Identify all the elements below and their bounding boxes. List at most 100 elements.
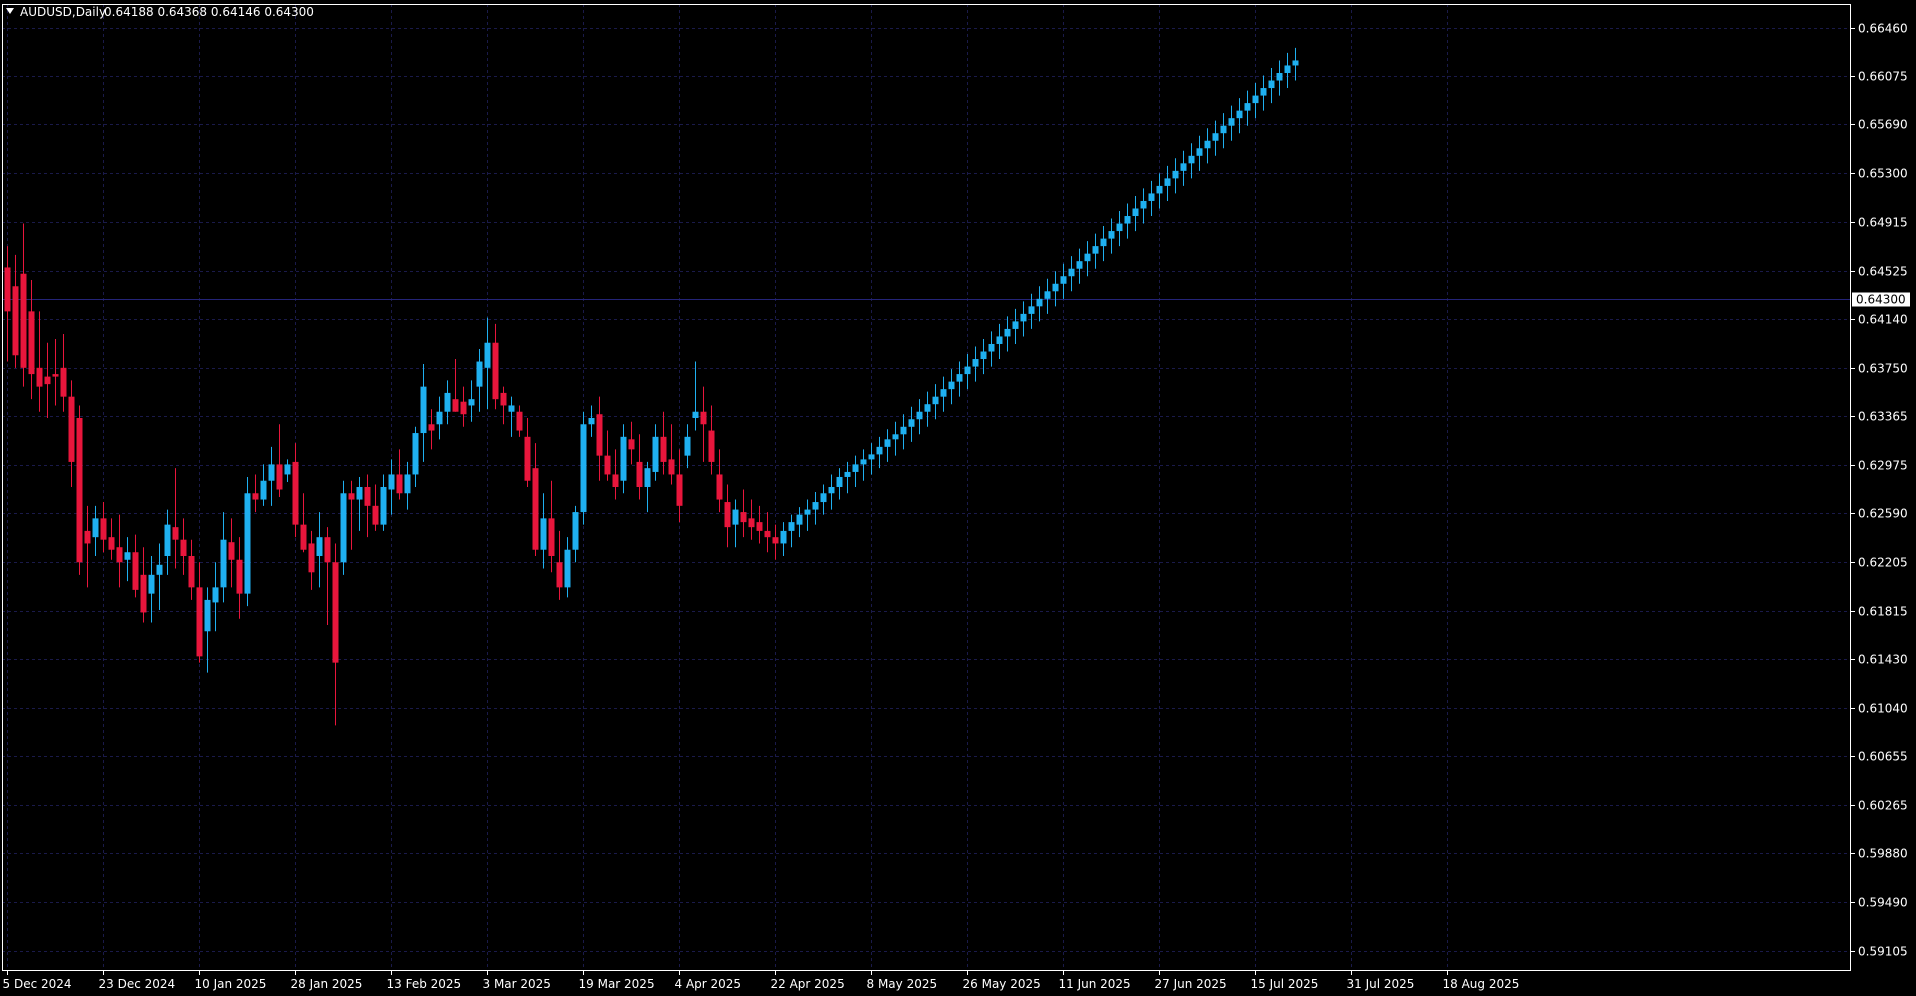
- candle-body: [1132, 208, 1139, 217]
- price-axis[interactable]: 0.66460 0.66075 0.65690 0.65300 0.64915 0.645…: [1850, 22, 1908, 959]
- candle-body: [428, 424, 435, 431]
- candle-body: [1052, 283, 1059, 292]
- candle-body: [1012, 321, 1019, 329]
- candle-body: [780, 530, 787, 544]
- candle-body: [356, 487, 363, 500]
- x-tick-label: 28 Jan 2025: [291, 977, 363, 991]
- candle-body: [1148, 193, 1155, 201]
- candle-body: [364, 487, 371, 506]
- candle-body: [196, 587, 203, 657]
- y-tick-label: 0.65690: [1858, 118, 1908, 132]
- candle-body: [812, 502, 819, 510]
- candle-body: [1164, 178, 1171, 186]
- candle-body: [1252, 95, 1259, 104]
- y-tick-label: 0.60265: [1858, 799, 1908, 813]
- current-price-label-text: 0.64300: [1856, 293, 1906, 307]
- candle-body: [796, 514, 803, 525]
- x-tick-label: 15 Jul 2025: [1251, 977, 1319, 991]
- candle-body: [1028, 306, 1035, 314]
- candle-body: [452, 399, 459, 412]
- price-chart[interactable]: 0.66460 0.66075 0.65690 0.65300 0.64915 0.645…: [0, 0, 1916, 996]
- candle-body: [12, 286, 19, 356]
- candle-body: [788, 522, 795, 531]
- candle-body: [1084, 253, 1091, 262]
- candle-body: [236, 559, 243, 594]
- candle-body: [316, 537, 323, 556]
- ohlc-values: 0.64188 0.64368 0.64146 0.64300: [104, 5, 314, 19]
- candle-body: [876, 446, 883, 455]
- time-axis[interactable]: 5 Dec 2024 23 Dec 2024 10 Jan 2025 28 Jan 2…: [3, 970, 1520, 991]
- y-tick-label: 0.63750: [1858, 362, 1908, 376]
- candle-body: [412, 433, 419, 475]
- candle-body: [308, 543, 315, 573]
- candle-body: [68, 396, 75, 462]
- candle-body: [300, 524, 307, 550]
- candle-body: [468, 399, 475, 406]
- candle-body: [500, 392, 507, 406]
- candle-body: [60, 367, 67, 397]
- candle-body: [620, 436, 627, 481]
- candle-body: [1092, 246, 1099, 254]
- candle-body: [348, 493, 355, 500]
- candle-body: [692, 411, 699, 418]
- y-tick-label: 0.63365: [1858, 410, 1908, 424]
- candle-body: [740, 512, 747, 523]
- candle-body: [420, 386, 427, 434]
- candle-body: [404, 474, 411, 494]
- chart-window[interactable]: 0.66460 0.66075 0.65690 0.65300 0.64915 0.645…: [0, 0, 1916, 996]
- candle-body: [84, 530, 91, 544]
- candle-body: [988, 343, 995, 352]
- candle-body: [900, 426, 907, 435]
- candle-body: [36, 367, 43, 387]
- candle-body: [748, 518, 755, 528]
- y-tick-label: 0.62205: [1858, 556, 1908, 570]
- y-tick-label: 0.64525: [1858, 265, 1908, 279]
- candle-body: [444, 392, 451, 412]
- candle-body: [804, 509, 811, 515]
- candle-body: [92, 518, 99, 538]
- candle-body: [548, 518, 555, 556]
- candle-body: [140, 574, 147, 613]
- candle-body: [100, 518, 107, 540]
- candle-body: [1076, 261, 1083, 269]
- candle-body: [180, 539, 187, 556]
- candle-body: [684, 436, 691, 456]
- x-tick-label: 11 Jun 2025: [1059, 977, 1131, 991]
- candle-body: [1068, 268, 1075, 277]
- candle-body: [820, 493, 827, 503]
- candle-body: [132, 552, 139, 590]
- candle-body: [756, 522, 763, 531]
- candle-body: [284, 464, 291, 475]
- candle-body: [380, 487, 387, 525]
- candle-body: [972, 359, 979, 367]
- candle-body: [764, 530, 771, 538]
- candle-body: [540, 518, 547, 550]
- y-tick-label: 0.62590: [1858, 507, 1908, 521]
- candle-body: [1116, 223, 1123, 232]
- candle-body: [116, 547, 123, 563]
- candle-body: [660, 436, 667, 462]
- candle-body: [556, 562, 563, 588]
- candle-body: [652, 436, 659, 472]
- candle-body: [4, 267, 11, 312]
- x-tick-label: 27 Jun 2025: [1155, 977, 1227, 991]
- candle-body: [1020, 313, 1027, 322]
- candle-body: [1108, 231, 1115, 239]
- chart-header: AUDUSD,Daily 0.64188 0.64368 0.64146 0.6…: [6, 5, 314, 19]
- candle-body: [1004, 328, 1011, 337]
- candle-body: [964, 366, 971, 375]
- candle-body: [724, 502, 731, 528]
- candle-body: [292, 461, 299, 525]
- y-tick-label: 0.59880: [1858, 847, 1908, 861]
- candle-body: [44, 376, 51, 385]
- candle-body: [844, 471, 851, 477]
- candle-body: [492, 342, 499, 400]
- candle-body: [1276, 73, 1283, 81]
- x-tick-label: 18 Aug 2025: [1443, 977, 1520, 991]
- candle-body: [892, 434, 899, 440]
- candle-body: [76, 418, 83, 563]
- candle-body: [916, 411, 923, 420]
- y-tick-label: 0.66075: [1858, 70, 1908, 84]
- candle-body: [252, 493, 259, 500]
- candle-body: [228, 542, 235, 560]
